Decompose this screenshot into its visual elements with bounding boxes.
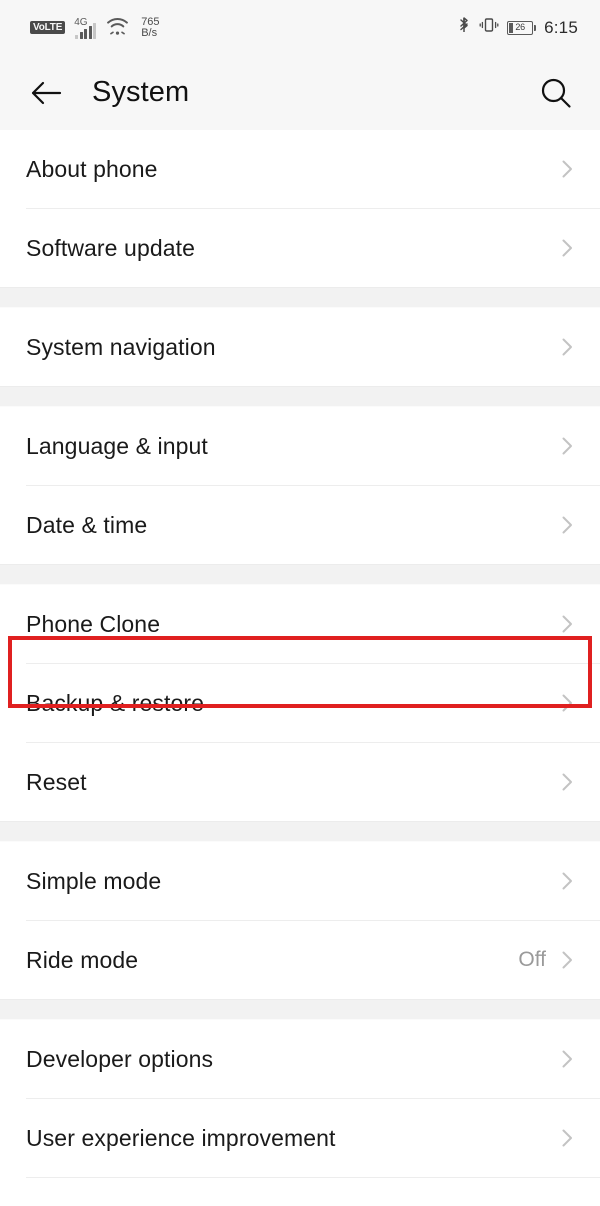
volte-icon: VoLTE <box>30 21 66 34</box>
chevron-right-icon <box>556 514 578 536</box>
settings-row-system-navigation[interactable]: System navigation <box>0 308 600 386</box>
group-separator <box>0 564 600 585</box>
settings-row-trailing <box>556 613 578 635</box>
settings-row-trailing <box>556 435 578 457</box>
settings-row-developer-options[interactable]: Developer options <box>0 1020 600 1098</box>
settings-row-simple-mode[interactable]: Simple mode <box>0 842 600 920</box>
settings-row-trailing <box>556 692 578 714</box>
settings-row-reset[interactable]: Reset <box>0 743 600 821</box>
settings-list: About phone Software update System navigat… <box>0 130 600 1206</box>
back-arrow-icon[interactable] <box>26 73 66 113</box>
network-speed-value: 765 <box>141 15 160 28</box>
settings-row-label: Simple mode <box>26 867 162 894</box>
chevron-right-icon <box>556 158 578 180</box>
settings-group: Simple mode Ride mode Off <box>0 842 600 999</box>
settings-row-certification-logos[interactable]: Certification logos <box>0 1178 600 1206</box>
settings-row-ride-mode[interactable]: Ride mode Off <box>0 921 600 999</box>
settings-row-language-input[interactable]: Language & input <box>0 407 600 485</box>
settings-row-trailing <box>556 1127 578 1149</box>
settings-row-label: Phone Clone <box>26 610 161 637</box>
settings-row-trailing <box>556 1048 578 1070</box>
chevron-right-icon <box>556 870 578 892</box>
settings-row-label: Developer options <box>26 1045 214 1072</box>
chevron-right-icon <box>556 1127 578 1149</box>
settings-row-trailing <box>556 771 578 793</box>
settings-row-trailing <box>556 514 578 536</box>
group-separator <box>0 386 600 407</box>
chevron-right-icon <box>556 237 578 259</box>
settings-row-label: Date & time <box>26 511 148 538</box>
wifi-icon <box>105 15 130 40</box>
group-separator <box>0 999 600 1020</box>
chevron-right-icon <box>556 692 578 714</box>
page-title: System <box>92 76 190 108</box>
battery-icon: 26 <box>507 20 537 35</box>
settings-row-trailing <box>556 870 578 892</box>
settings-row-label: Software update <box>26 234 196 261</box>
group-separator <box>0 287 600 308</box>
app-bar: System <box>0 55 600 130</box>
chevron-right-icon <box>556 435 578 457</box>
status-bar-right: 26 6:15 <box>457 15 578 40</box>
search-icon[interactable] <box>534 71 578 115</box>
status-bar: VoLTE 4G 765 B/s 26 6:15 <box>0 0 600 55</box>
settings-row-trailing <box>556 237 578 259</box>
settings-system-screen: VoLTE 4G 765 B/s 26 6:15 System About ph… <box>0 0 600 1206</box>
settings-group: About phone Software update <box>0 130 600 287</box>
settings-row-label: Ride mode <box>26 946 139 973</box>
vibrate-icon <box>479 15 499 40</box>
chevron-right-icon <box>556 1048 578 1070</box>
settings-row-label: Reset <box>26 768 87 795</box>
status-bar-left: VoLTE 4G 765 B/s <box>30 15 160 40</box>
settings-group: Language & input Date & time <box>0 407 600 564</box>
settings-row-user-experience-improvement[interactable]: User experience improvement <box>0 1099 600 1177</box>
settings-group: System navigation <box>0 308 600 386</box>
settings-row-label: System navigation <box>26 333 216 360</box>
settings-row-label: Language & input <box>26 432 208 459</box>
settings-row-trailing <box>556 336 578 358</box>
settings-group: Developer options User experience improve… <box>0 1020 600 1206</box>
settings-row-software-update[interactable]: Software update <box>0 209 600 287</box>
chevron-right-icon <box>556 613 578 635</box>
settings-row-label: User experience improvement <box>26 1124 336 1151</box>
bluetooth-icon <box>457 15 471 40</box>
settings-row-label: About phone <box>26 155 158 182</box>
settings-row-value: Off <box>518 948 546 971</box>
battery-level-label: 26 <box>515 22 525 32</box>
network-speed-indicator: 765 B/s <box>141 15 160 39</box>
settings-row-label: Backup & restore <box>26 689 205 716</box>
network-speed-unit: B/s <box>141 26 158 39</box>
settings-row-backup-restore[interactable]: Backup & restore <box>0 664 600 742</box>
chevron-right-icon <box>556 336 578 358</box>
settings-row-date-time[interactable]: Date & time <box>0 486 600 564</box>
settings-row-trailing: Off <box>518 948 578 972</box>
signal-bars-icon: 4G <box>74 16 97 39</box>
settings-row-about-phone[interactable]: About phone <box>0 130 600 208</box>
settings-group: Phone Clone Backup & restore Reset <box>0 585 600 821</box>
chevron-right-icon <box>556 771 578 793</box>
network-type-label: 4G <box>74 16 88 28</box>
settings-row-trailing <box>556 158 578 180</box>
chevron-right-icon <box>556 949 578 971</box>
settings-row-phone-clone[interactable]: Phone Clone <box>0 585 600 663</box>
clock-label: 6:15 <box>544 18 578 37</box>
group-separator <box>0 821 600 842</box>
